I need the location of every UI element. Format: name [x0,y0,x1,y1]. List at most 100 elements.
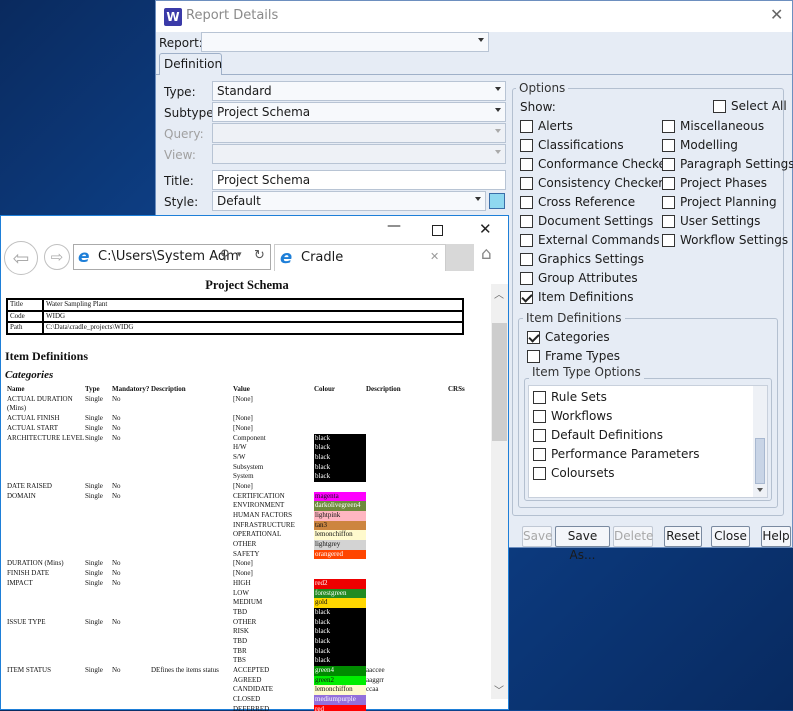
option-checkbox[interactable] [520,234,533,247]
query-label: Query: [164,127,204,141]
mandatory-cell: No [112,578,121,587]
option-checkbox[interactable] [662,139,675,152]
type-select[interactable]: Standard [212,81,506,101]
type-cell: Single [85,569,103,578]
report-content: Project Schema Title Water Sampling Plant… [5,276,489,711]
colour-swatch: red2 [314,578,366,589]
item-definition-checkbox[interactable] [527,350,540,363]
query-select [212,123,506,143]
item-type-option-checkbox[interactable] [533,448,546,461]
colour-swatch: black [314,472,366,482]
colour-swatch: orangered [314,549,366,560]
option-checkbox[interactable] [520,291,533,304]
option-checkbox[interactable] [520,158,533,171]
style-list-icon[interactable] [489,193,505,209]
type-cell: Single [85,394,103,403]
item-type-option-label: Coloursets [551,466,615,480]
option-checkbox[interactable] [520,177,533,190]
item-type-option-checkbox[interactable] [533,429,546,442]
option-checkbox[interactable] [662,158,675,171]
close-button[interactable]: Close [711,526,750,547]
column-header: Value [233,385,250,394]
scrollbar-thumb[interactable] [755,438,765,484]
help-button[interactable]: Help [761,526,791,547]
subtype-select[interactable]: Project Schema [212,102,506,122]
forward-button[interactable]: ⇨ [44,244,70,270]
scrollbar-thumb[interactable] [492,323,507,441]
table-row: CANDIDATE lemonchiffon ccaa [5,685,489,696]
option-checkbox[interactable] [520,215,533,228]
scroll-down-icon[interactable]: ﹀ [494,682,504,697]
reset-button[interactable]: Reset [664,526,702,547]
item-type-option-checkbox[interactable] [533,410,546,423]
tab-close-icon[interactable]: ✕ [430,250,439,263]
search-icon[interactable]: ⚲ [220,248,230,263]
colour-swatch: forestgreen [314,588,366,599]
save-as-button[interactable]: Save As... [555,526,610,562]
delete-button[interactable]: Delete [613,526,653,547]
report-scrollbar[interactable]: ︿ ﹀ [491,284,508,699]
value-cell: OPERATIONAL [233,530,282,539]
subsection-heading: Categories [5,369,54,382]
home-icon[interactable]: ⌂ [481,244,492,264]
option-checkbox[interactable] [520,272,533,285]
report-label: Report: [159,36,203,50]
select-all-checkbox[interactable] [713,100,726,113]
option-checkbox[interactable] [662,177,675,190]
type-cell: Single [85,481,103,490]
back-button[interactable]: ⇦ [4,241,38,275]
tab-cradle[interactable]: e Cradle ✕ [274,244,446,271]
scroll-down-icon[interactable] [757,488,763,492]
option-checkbox[interactable] [662,215,675,228]
address-bar[interactable]: e C:\Users\System Adm ⚲ ▾ ↻ [73,244,271,270]
browser-window: — ✕ ⇦ ⇨ e C:\Users\System Adm ⚲ ▾ ↻ e Cr… [0,215,509,711]
maximize-icon[interactable] [432,225,443,236]
info-key: Path [6,321,44,336]
new-tab-button[interactable] [446,244,474,271]
style-select[interactable]: Default [212,191,486,211]
option-checkbox[interactable] [520,120,533,133]
name-cell: DOMAIN [7,491,36,500]
type-cell: Single [85,423,103,432]
table-row: HUMAN FACTORS lightpink [5,511,489,521]
tab-definition[interactable]: Definition [159,53,222,75]
colour-swatch: black [314,433,366,444]
item-type-option-checkbox[interactable] [533,467,546,480]
option-checkbox[interactable] [662,196,675,209]
close-icon[interactable]: ✕ [479,220,492,238]
type-cell: Single [85,559,103,568]
value-cell: ACCEPTED [233,666,270,675]
option-checkbox[interactable] [662,120,675,133]
info-value: C:\Data\cradle_projects\WIDG [42,321,464,336]
option-checkbox[interactable] [662,234,675,247]
option-label: Conformance Checker [538,157,671,171]
dropdown-icon[interactable]: ▾ [237,250,242,260]
name-cell: ACTUAL FINISH [7,414,60,423]
name-cell: ACTUAL START [7,423,59,432]
item-type-option-checkbox[interactable] [533,391,546,404]
colour-swatch: lightgrey [314,540,366,550]
style-label: Style: [164,195,199,209]
option-checkbox[interactable] [520,139,533,152]
table-row: ISSUE TYPE Single No OTHER black [5,617,489,628]
option-checkbox[interactable] [520,253,533,266]
list-scrollbar[interactable] [753,386,767,497]
item-definition-checkbox[interactable] [527,331,540,344]
colour-swatch: black [314,656,366,667]
colour-swatch: mediumpurple [314,695,366,705]
refresh-icon[interactable]: ↻ [254,248,265,263]
table-row: INFRASTRUCTURE tan3 [5,520,489,531]
value-description-cell: aaggrr [366,675,384,684]
title-input[interactable]: Project Schema [212,170,506,190]
option-label: Paragraph Settings [680,157,793,171]
tab-divider [156,74,792,75]
option-checkbox[interactable] [520,196,533,209]
close-icon[interactable]: ✕ [770,5,783,24]
address-text: C:\Users\System Adm [98,249,239,264]
save-button[interactable]: Save [522,526,552,547]
report-select[interactable] [201,32,489,52]
item-definition-label: Categories [545,330,610,344]
chevron-down-icon [475,197,481,201]
scroll-up-icon[interactable]: ︿ [494,286,504,301]
minimize-icon[interactable]: — [387,218,401,234]
